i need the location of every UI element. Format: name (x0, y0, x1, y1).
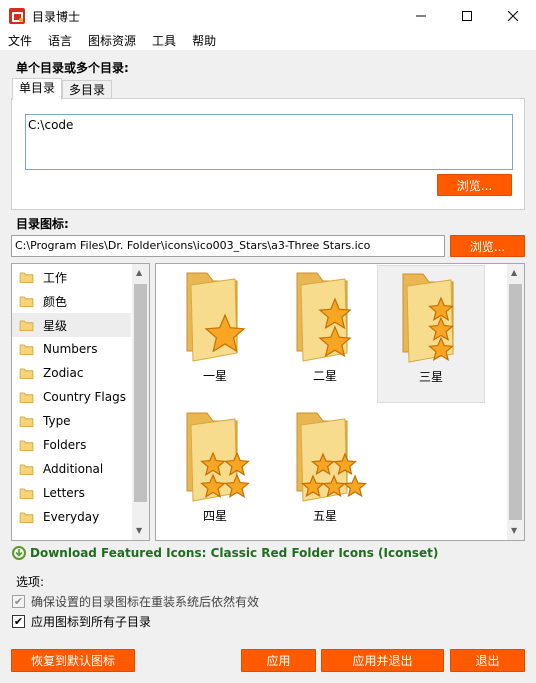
window-title: 目录博士 (32, 9, 81, 24)
scroll-up-arrow-icon[interactable]: ▲ (136, 268, 142, 277)
exit-button[interactable]: 退出 (450, 649, 525, 672)
icon-option[interactable]: 四星 (161, 405, 269, 540)
download-icon (12, 546, 26, 560)
folder-icon (19, 439, 34, 451)
category-label: Numbers (43, 342, 98, 356)
scroll-down-arrow-icon[interactable]: ▼ (136, 526, 142, 535)
option-apply-to-subfolders[interactable]: ✔ 应用图标到所有子目录 (12, 613, 151, 630)
icon-option[interactable]: 三星 (377, 265, 485, 403)
folder-icon (19, 367, 34, 379)
persist-checkbox-label: 确保设置的目录图标在重装系统后依然有效 (31, 595, 260, 609)
icon-option-label: 三星 (418, 370, 443, 384)
icon-option-label: 一星 (202, 369, 227, 383)
category-item[interactable]: Additional (12, 457, 131, 481)
icon-grid-scroll-thumb[interactable] (509, 284, 522, 520)
category-item[interactable]: Country Flags (12, 385, 131, 409)
category-label: 颜色 (43, 294, 68, 309)
folder-icon (19, 271, 34, 283)
category-item[interactable]: 星级 (12, 313, 131, 337)
star-folder-icon (186, 412, 250, 502)
menu-language[interactable]: 语言 (40, 32, 80, 50)
maximize-button[interactable] (444, 0, 490, 32)
icon-grid-scrollbar[interactable]: ▲ ▼ (507, 264, 524, 540)
category-item[interactable]: Numbers (12, 337, 131, 361)
category-scrollbar[interactable]: ▲ ▼ (132, 264, 149, 540)
apply-button[interactable]: 应用 (241, 649, 316, 672)
persist-checkbox[interactable]: ✔ (12, 595, 25, 608)
star-folder-icon (296, 272, 352, 362)
category-item[interactable]: 颜色 (12, 289, 131, 313)
minimize-button[interactable] (398, 0, 444, 32)
category-label: Additional (43, 462, 104, 476)
download-featured-icons-link[interactable]: Download Featured Icons: Classic Red Fol… (12, 546, 438, 560)
category-item[interactable]: Everyday (12, 505, 131, 529)
category-label: Country Flags (43, 390, 126, 404)
category-item[interactable]: Letters (12, 481, 131, 505)
options-label: 选项: (16, 575, 45, 589)
scroll-up-arrow-icon[interactable]: ▲ (511, 268, 517, 277)
star-folder-icon (186, 272, 246, 362)
subfolders-checkbox-label: 应用图标到所有子目录 (31, 615, 152, 629)
icon-option[interactable]: 一星 (161, 265, 269, 403)
menu-file[interactable]: 文件 (0, 32, 40, 50)
folder-icon (19, 511, 34, 523)
download-link-text: Download Featured Icons: Classic Red Fol… (30, 546, 439, 560)
category-scroll-thumb[interactable] (134, 284, 147, 502)
restore-default-icon-button[interactable]: 恢复到默认图标 (11, 649, 135, 672)
category-label: Folders (43, 438, 87, 452)
window-controls (398, 0, 536, 32)
folder-icon (19, 295, 34, 307)
menu-help[interactable]: 帮助 (184, 32, 224, 50)
directory-section-label: 单个目录或多个目录: (16, 61, 129, 75)
category-label: Zodiac (43, 366, 84, 380)
menu-bar: 文件 语言 图标资源 工具 帮助 (0, 32, 536, 50)
category-label: Type (43, 414, 71, 428)
star-folder-icon (402, 273, 454, 363)
folder-icon (19, 319, 34, 331)
folder-icon (19, 415, 34, 427)
maximize-icon (462, 11, 472, 21)
category-label: 星级 (43, 318, 68, 333)
menu-tools[interactable]: 工具 (144, 32, 184, 50)
subfolders-checkbox[interactable]: ✔ (12, 615, 25, 628)
browse-directory-button[interactable]: 浏览... (437, 174, 512, 196)
icon-path-field[interactable]: C:\Program Files\Dr. Folder\icons\ico003… (11, 235, 445, 257)
icon-option-label: 五星 (312, 509, 337, 523)
category-item[interactable]: Type (12, 409, 131, 433)
close-button[interactable] (490, 0, 536, 32)
folder-app-icon (9, 8, 25, 24)
icon-option-label: 二星 (312, 369, 337, 383)
menu-icon-resources[interactable]: 图标资源 (80, 32, 144, 50)
option-persist-after-reinstall[interactable]: ✔ 确保设置的目录图标在重装系统后依然有效 (12, 593, 259, 610)
folder-icon (19, 463, 34, 475)
category-label: 工作 (43, 270, 68, 285)
icon-option-label: 四星 (202, 509, 227, 523)
tab-single-directory[interactable]: 单目录 (12, 78, 63, 100)
minimize-icon (416, 15, 426, 17)
tab-multiple-directories[interactable]: 多目录 (62, 80, 113, 99)
star-mark (342, 474, 367, 498)
icon-grid: 一星 二星 三星四星 五星 ▲ ▼ (155, 263, 525, 541)
category-item[interactable]: 工作 (12, 265, 131, 289)
apply-and-exit-button[interactable]: 应用并退出 (321, 649, 444, 672)
folder-icon (19, 487, 34, 499)
directory-tab-panel: C:\code 浏览... (11, 98, 525, 210)
category-label: Letters (43, 486, 85, 500)
category-item[interactable]: Zodiac (12, 361, 131, 385)
category-list[interactable]: 工作颜色星级 Numbers Zodiac Country Flags Type Fold… (11, 263, 150, 541)
title-bar: 目录博士 (0, 0, 536, 32)
category-label: Everyday (43, 510, 100, 524)
category-item[interactable]: Folders (12, 433, 131, 457)
scroll-down-arrow-icon[interactable]: ▼ (511, 526, 517, 535)
directory-input[interactable]: C:\code (25, 114, 513, 170)
icon-option[interactable]: 二星 (271, 265, 379, 403)
icon-section-label: 目录图标: (16, 217, 69, 231)
icon-option[interactable]: 五星 (271, 405, 379, 540)
browse-icon-button[interactable]: 浏览... (450, 235, 525, 257)
close-icon (508, 11, 518, 21)
folder-icon (19, 391, 34, 403)
star-folder-icon (296, 412, 367, 502)
folder-icon (19, 343, 34, 355)
